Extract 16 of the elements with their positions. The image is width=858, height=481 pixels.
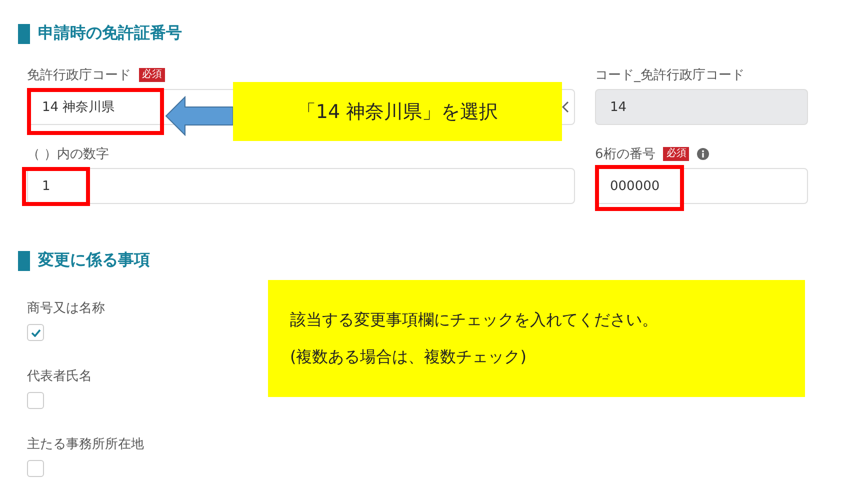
checkbox-label: 代表者氏名	[27, 368, 93, 385]
callout-text: (複数ある場合は、複数チェック)	[290, 346, 526, 368]
section-heading: 変更に係る事項	[18, 250, 858, 271]
checkbox-label: 商号又は名称	[27, 300, 106, 317]
input-field[interactable]: 1	[27, 168, 575, 204]
readonly-field: 14	[595, 89, 808, 125]
required-badge: 必須	[139, 68, 165, 82]
field-label: 6桁の番号	[595, 146, 656, 163]
section-heading: 申請時の免許証番号	[18, 23, 858, 44]
checkbox-label: 主たる事務所所在地	[27, 436, 145, 453]
callout-text: 「14 神奈川県」を選択	[296, 100, 498, 124]
callout-text: 該当する変更事項欄にチェックを入れてください。	[290, 310, 658, 330]
field-label: コード_免許行政庁コード	[595, 67, 744, 84]
field-label: 免許行政庁コード	[27, 67, 131, 84]
field-label: （ ）内の数字	[27, 146, 110, 163]
required-badge: 必須	[663, 147, 690, 161]
